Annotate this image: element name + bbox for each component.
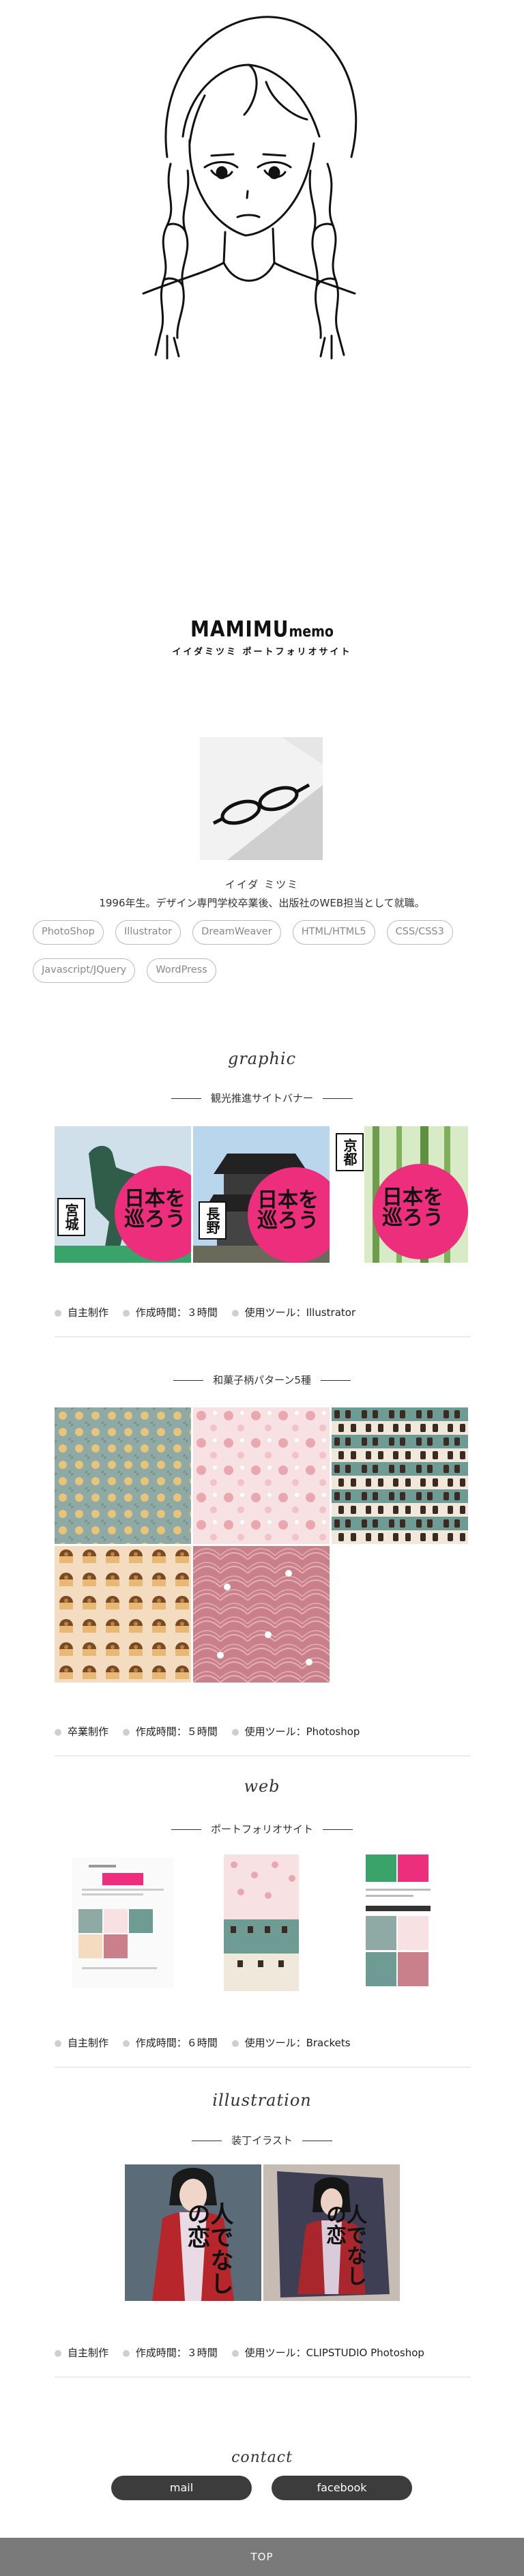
mail-button[interactable]: mail — [111, 2476, 252, 2500]
hero-girl-illustration — [142, 16, 358, 360]
web-screenshot-3[interactable] — [332, 1851, 468, 1994]
logo-subtitle: イイダミツミ ポートフォリオサイト — [172, 647, 352, 657]
skill-tag: CSS/CSS3 — [386, 920, 453, 945]
place-label: 京都 — [336, 1133, 364, 1171]
work-meta-banner: 自主制作 作成時間：３時間 使用ツール：Illustrator — [55, 1305, 471, 1319]
bookcover-photo[interactable]: 人でなしの恋 — [263, 2164, 400, 2301]
skill-tag: PhotoShop — [33, 920, 104, 945]
skill-tag: DreamWeaver — [192, 920, 281, 945]
bookcover-title: 人でなしの恋 — [183, 2202, 233, 2295]
section-title-illustration: illustration — [212, 2091, 312, 2110]
facebook-button[interactable]: facebook — [272, 2476, 412, 2500]
divider — [55, 1336, 471, 1337]
work-meta-pattern: 卒業制作 作成時間：５時間 使用ツール：Photoshop — [55, 1724, 471, 1738]
section-title-web: web — [244, 1777, 280, 1796]
profile-photo-glasses — [200, 737, 323, 860]
profile-bio: 1996年生。デザイン専門学校卒業後、出版社のWEB担当として就職。 — [99, 897, 425, 909]
section-title-graphic: graphic — [227, 1049, 297, 1068]
banner-miyagi[interactable]: 宮城 日本を巡ろう — [55, 1126, 191, 1263]
work-title-portfolio: ポートフォリオサイト — [0, 1822, 524, 1836]
section-title-contact: contact — [231, 2449, 293, 2466]
bookcover-illustration-1[interactable]: 人でなしの恋 — [125, 2164, 261, 2301]
pattern-tile-3[interactable] — [332, 1407, 468, 1544]
skill-tags: PhotoShop Illustrator DreamWeaver HTML/H… — [33, 920, 497, 997]
banner-copy: 日本を巡ろう — [124, 1187, 186, 1231]
banner-kyoto[interactable]: 京都 日本を巡ろう — [332, 1126, 468, 1263]
work-title-pattern: 和菓子柄パターン5種 — [0, 1373, 524, 1387]
skill-tag: HTML/HTML5 — [292, 920, 375, 945]
banner-copy: 日本を巡ろう — [382, 1186, 443, 1230]
profile-name: イイダ ミツミ — [224, 878, 300, 891]
place-label: 長野 — [199, 1201, 227, 1240]
site-logo[interactable]: MAMIMUmemo イイダミツミ ポートフォリオサイト — [0, 616, 524, 657]
work-title-bookcover: 装丁イラスト — [0, 2133, 524, 2147]
work-meta-bookcover: 自主制作 作成時間：３時間 使用ツール：CLIPSTUDIO Photoshop — [55, 2345, 471, 2360]
web-screenshot-1[interactable] — [55, 1851, 191, 1994]
banner-copy: 日本を巡ろう — [257, 1188, 319, 1233]
web-screenshot-2[interactable] — [193, 1851, 330, 1994]
pattern-tile-2[interactable] — [193, 1407, 330, 1544]
back-to-top-button[interactable]: TOP — [0, 2538, 524, 2576]
work-meta-portfolio: 自主制作 作成時間：６時間 使用ツール：Brackets — [55, 2035, 471, 2050]
pattern-tile-4[interactable] — [55, 1546, 191, 1683]
place-label: 宮城 — [57, 1198, 85, 1236]
skill-tag: Javascript/JQuery — [33, 958, 136, 983]
pattern-tile-5[interactable] — [193, 1546, 330, 1683]
hero — [0, 0, 524, 614]
skill-tag: Illustrator — [115, 920, 181, 945]
logo-main-text: MAMIMUmemo — [190, 616, 334, 642]
banner-nagano[interactable]: 長野 日本を巡ろう — [193, 1126, 330, 1263]
pattern-tile-1[interactable] — [55, 1407, 191, 1544]
work-title-banner: 観光推進サイトバナー — [0, 1091, 524, 1105]
bookcover-title: 人でなしの恋 — [322, 2204, 366, 2286]
skill-tag: WordPress — [147, 958, 216, 983]
